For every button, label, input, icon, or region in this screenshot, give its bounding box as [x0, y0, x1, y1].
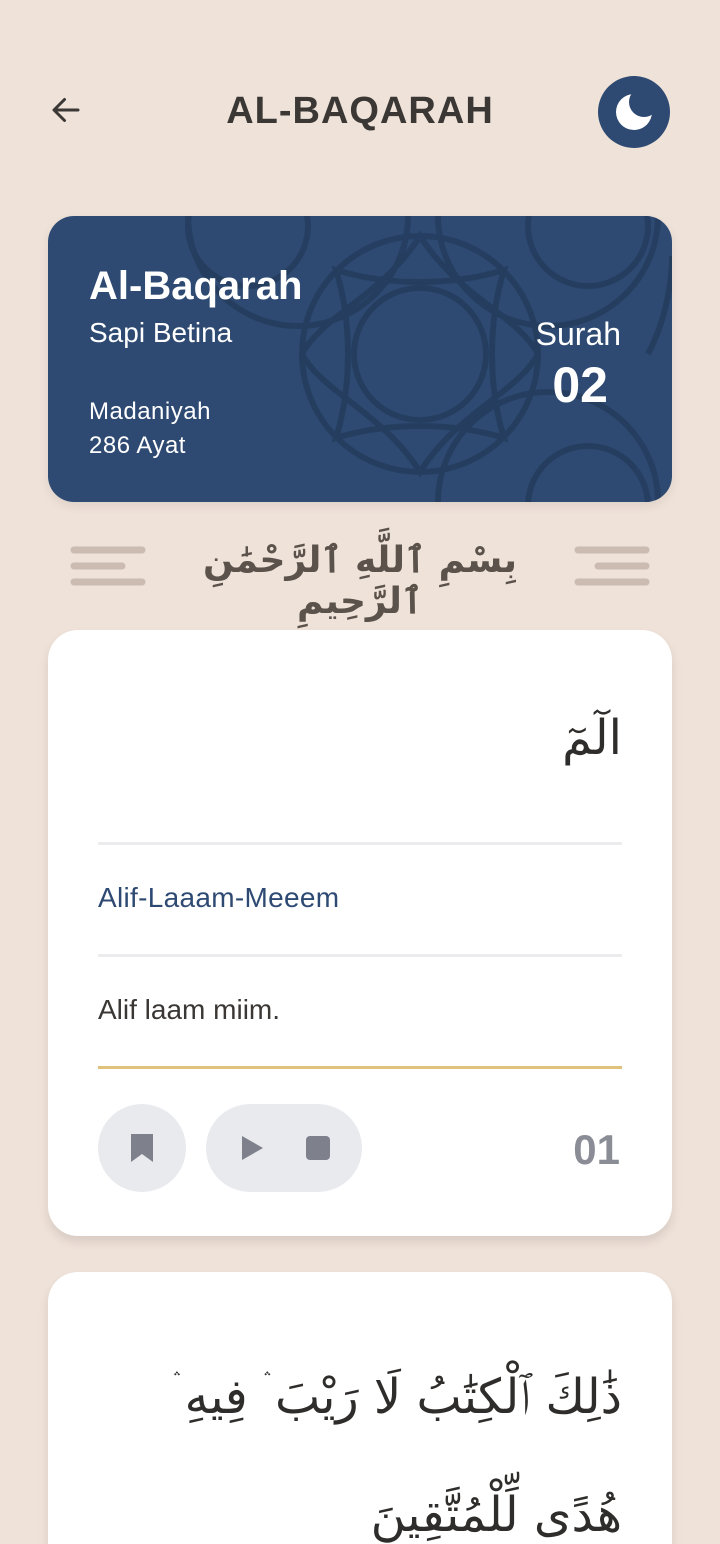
ayah-translation: Alif laam miim. — [98, 994, 281, 1025]
ayah-card: الٓمٓ Alif-Laaam-Meeem Alif laam miim. 0… — [48, 630, 672, 1236]
left-ornament — [70, 546, 146, 586]
ayat-count: 286 Ayat — [89, 432, 186, 459]
bookmark-button[interactable] — [98, 1104, 186, 1192]
right-ornament — [574, 546, 650, 586]
stop-icon — [306, 1136, 330, 1160]
ayah-arabic-text: الٓمٓ — [562, 710, 622, 766]
ayah-transliteration: Alif-Laaam-Meeem — [98, 882, 340, 913]
surah-meaning: Sapi Betina — [89, 317, 233, 348]
play-icon — [242, 1136, 263, 1160]
divider — [98, 954, 622, 957]
revelation-type: Madaniyah — [89, 398, 211, 425]
play-button[interactable] — [230, 1126, 274, 1170]
bismillah-row: بِسْمِ ٱللَّهِ ٱلرَّحْمَٰنِ ٱلرَّحِيمِ — [0, 536, 720, 622]
surah-info-card: Al-Baqarah Sapi Betina Madaniyah 286 Aya… — [48, 216, 672, 502]
divider — [98, 842, 622, 845]
ayah-card: ذَٰلِكَ ٱلْكِتَٰبُ لَا رَيْبَ ۛ فِيهِ ۛ … — [48, 1272, 672, 1544]
surah-name: Al-Baqarah — [89, 264, 303, 308]
surah-number: 02 — [552, 357, 608, 413]
stop-button[interactable] — [296, 1126, 340, 1170]
bookmark-icon — [131, 1134, 153, 1162]
gold-divider — [98, 1066, 622, 1069]
theme-toggle-button[interactable] — [598, 76, 670, 148]
moon-icon — [616, 90, 656, 130]
ayah-number: 01 — [573, 1126, 620, 1173]
ayah-arabic-text: ذَٰلِكَ ٱلْكِتَٰبُ لَا رَيْبَ ۛ فِيهِ ۛ … — [172, 1369, 622, 1543]
surah-label: Surah — [535, 316, 621, 352]
bismillah-text: بِسْمِ ٱللَّهِ ٱلرَّحْمَٰنِ ٱلرَّحِيمِ — [202, 540, 518, 622]
top-bar: AL-BAQARAH — [0, 72, 720, 152]
audio-controls — [206, 1104, 362, 1192]
